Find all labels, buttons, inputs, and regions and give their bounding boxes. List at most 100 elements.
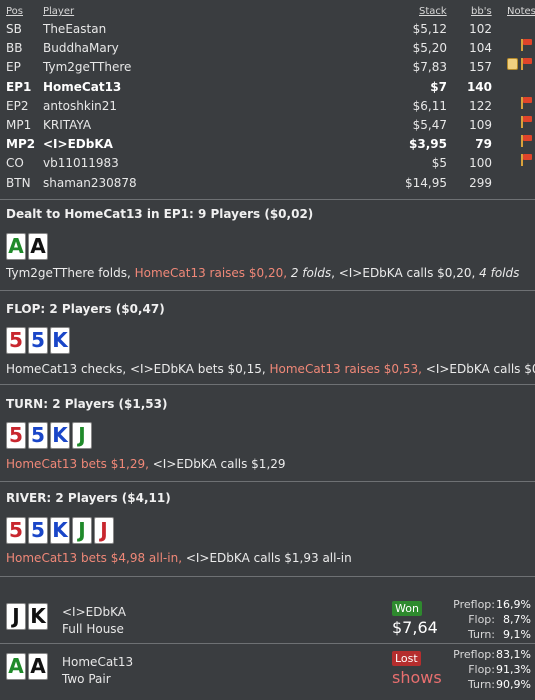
turn-equity: 9,1%	[503, 628, 531, 641]
player-stack: $5,12	[412, 22, 447, 36]
result-player-name: <I>EDbKA	[62, 605, 126, 619]
lost-badge: Lost	[392, 651, 421, 666]
player-rows: SB TheEastan $5,12 102 BB BuddhaMary $5,20 104 E…	[0, 20, 535, 193]
player-name[interactable]: vb11011983	[43, 154, 119, 173]
note-icon[interactable]	[507, 58, 518, 71]
player-row[interactable]: BTN shaman230878 $14,95 299	[0, 174, 535, 193]
result-row: AA HomeCat13 Two Pair Lost shows Preflop…	[0, 647, 535, 691]
playing-card: 5	[6, 422, 26, 449]
player-stack: $5,47	[412, 117, 447, 132]
playing-card: 5	[28, 422, 48, 449]
flop-actions: HomeCat13 checks, <I>EDbKA bets $0,15, H…	[6, 362, 535, 376]
playing-card: J	[94, 517, 114, 544]
player-position: BB	[6, 41, 23, 56]
playing-card: A	[6, 233, 26, 260]
player-row[interactable]: CO vb11011983 $5 100	[0, 154, 535, 173]
result-hand: Two Pair	[62, 672, 111, 686]
showdown-cards: AA	[6, 653, 48, 680]
action-text: , <I>EDbKA calls $0,20,	[331, 266, 480, 280]
player-bbs: 140	[466, 79, 492, 94]
player-stack: $7,83	[412, 60, 447, 75]
turn-cards: 55KJ	[6, 422, 92, 449]
flag-icon[interactable]	[519, 135, 533, 148]
player-row[interactable]: MP2 <I>EDbKA $3,95 79	[0, 135, 535, 154]
folds-count: 4 folds	[479, 266, 520, 280]
flag-icon[interactable]	[519, 58, 533, 71]
player-row[interactable]: SB TheEastan $5,12 102	[0, 20, 535, 39]
player-position: MP1	[6, 117, 32, 132]
playing-card: 5	[6, 327, 26, 354]
preflop-equity: 16,9%	[496, 598, 531, 611]
player-row[interactable]: EP1 HomeCat13 $7 140	[0, 78, 535, 97]
equity-stats: Preflop: 83,1% Flop: 91,3% Turn: 90,9%	[452, 647, 533, 692]
pos-header[interactable]: Pos	[6, 6, 23, 17]
turn-section: TURN: 2 Players ($1,53) 55KJ HomeCat13 b…	[0, 384, 535, 481]
notes-header[interactable]: Notes	[507, 6, 535, 17]
bbs-header[interactable]: bb's	[471, 6, 492, 17]
player-name[interactable]: KRITAYA	[43, 116, 91, 135]
player-bbs: 79	[475, 137, 492, 152]
player-position: CO	[6, 156, 24, 171]
player-bbs: 157	[469, 60, 492, 75]
preflop-actions: Tym2geTThere folds, HomeCat13 raises $0,…	[6, 266, 519, 280]
won-amount: $7,64	[392, 618, 438, 637]
playing-card: 5	[28, 327, 48, 354]
player-position: MP2	[6, 137, 36, 152]
playing-card: J	[6, 603, 26, 630]
turn-equity-label: Turn:	[467, 628, 495, 641]
player-name[interactable]: <I>EDbKA	[43, 135, 113, 154]
action-text: <I>EDbKA calls $1,29	[152, 457, 286, 471]
player-name[interactable]: HomeCat13	[43, 78, 121, 97]
flag-icon[interactable]	[519, 96, 533, 109]
player-bbs: 109	[469, 117, 492, 132]
equity-stats: Preflop: 16,9% Flop: 8,7% Turn: 9,1%	[452, 597, 533, 642]
flag-icon[interactable]	[519, 154, 533, 167]
table-header: Pos Player Stack bb's Notes	[0, 0, 535, 20]
player-bbs: 100	[469, 156, 492, 171]
hero-action: HomeCat13 raises $0,20,	[134, 266, 291, 280]
player-name[interactable]: shaman230878	[43, 174, 137, 193]
divider	[0, 643, 535, 644]
flop-title: FLOP: 2 Players ($0,47)	[6, 302, 165, 316]
player-name[interactable]: TheEastan	[43, 20, 106, 39]
hero-action: HomeCat13 bets $1,29,	[6, 457, 153, 471]
player-position: EP	[6, 60, 21, 75]
player-stack: $5,20	[412, 41, 447, 56]
preflop-equity-label: Preflop:	[453, 648, 495, 661]
player-name[interactable]: BuddhaMary	[43, 39, 119, 58]
preflop-cards: AA	[6, 233, 48, 260]
stack-header[interactable]: Stack	[419, 6, 447, 17]
preflop-section: Dealt to HomeCat13 in EP1: 9 Players ($0…	[0, 199, 535, 290]
player-name[interactable]: antoshkin21	[43, 97, 117, 116]
player-header[interactable]: Player	[43, 6, 74, 17]
showdown-cards: JK	[6, 603, 48, 630]
player-row[interactable]: BB BuddhaMary $5,20 104	[0, 39, 535, 58]
player-bbs: 299	[469, 175, 492, 190]
flag-icon[interactable]	[519, 115, 533, 128]
player-row[interactable]: EP2 antoshkin21 $6,11 122	[0, 96, 535, 116]
hero-action: HomeCat13 bets $4,98 all-in,	[6, 551, 186, 565]
river-actions: HomeCat13 bets $4,98 all-in, <I>EDbKA ca…	[6, 551, 352, 565]
player-position: EP2	[6, 98, 29, 113]
playing-card: 5	[6, 517, 26, 544]
result-hand: Full House	[62, 622, 124, 636]
preflop-equity: 83,1%	[496, 648, 531, 661]
playing-card: A	[28, 653, 48, 680]
action-text: <I>EDbKA calls $0,38	[425, 362, 535, 376]
flop-equity: 91,3%	[496, 663, 531, 676]
result-row: JK <I>EDbKA Full House Won $7,64 Preflop…	[0, 597, 535, 641]
player-bbs: 122	[469, 98, 492, 113]
river-title: RIVER: 2 Players ($4,11)	[6, 491, 171, 505]
player-stack: $5	[431, 156, 447, 171]
divider	[0, 576, 535, 577]
folds-count: 2 folds	[290, 266, 332, 280]
playing-card: J	[72, 517, 92, 544]
playing-card: K	[50, 422, 70, 449]
player-row[interactable]: MP1 KRITAYA $5,47 109	[0, 115, 535, 135]
player-row[interactable]: EP Tym2geTThere $7,83 157	[0, 58, 535, 77]
player-bbs: 102	[469, 22, 492, 36]
player-name[interactable]: Tym2geTThere	[43, 58, 131, 77]
flag-icon[interactable]	[519, 39, 533, 52]
flop-equity-label: Flop:	[468, 663, 495, 676]
playing-card: K	[50, 327, 70, 354]
